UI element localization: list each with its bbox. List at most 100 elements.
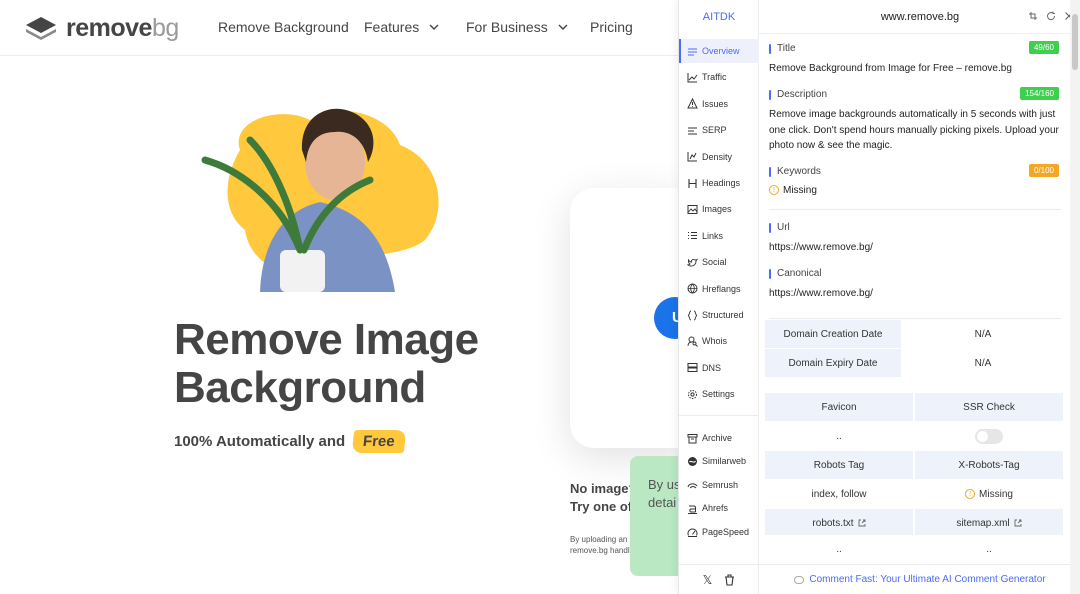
chevron-down-icon	[429, 24, 439, 30]
robots-sitemap-value-row: .. ..	[765, 535, 1063, 563]
keywords-length-badge: 0/100	[1028, 164, 1059, 177]
sidebar-item-label: Images	[702, 204, 732, 215]
sidebar-item-label: Whois	[702, 336, 728, 347]
nav-for-business[interactable]: For Business	[466, 19, 568, 35]
sidebar-item-links[interactable]: Links	[679, 224, 759, 248]
terms-text: By uploading an remove.bg handl	[570, 535, 630, 555]
canonical-value[interactable]: https://www.remove.bg/	[769, 286, 1061, 302]
archive-icon	[687, 433, 698, 443]
domain-creation-value: N/A	[903, 320, 1063, 348]
similarweb-icon	[688, 456, 697, 466]
nav-pricing[interactable]: Pricing	[590, 19, 633, 35]
sitemap-value: ..	[915, 535, 1063, 563]
server-icon	[687, 363, 698, 373]
cookie-notice-text: By us detai	[648, 477, 681, 510]
current-url: www.remove.bg	[880, 11, 960, 23]
braces-icon	[687, 310, 698, 320]
keywords-label: Keywords	[769, 166, 821, 177]
nav-remove-background[interactable]: Remove Background	[218, 19, 349, 35]
warning-icon	[687, 98, 698, 109]
twitter-icon	[687, 258, 698, 267]
x-robots-tag-value: ! Missing	[915, 480, 1063, 508]
sidebar-item-label: Similarweb	[702, 456, 747, 466]
menu-icon	[688, 48, 697, 55]
sidebar-item-density[interactable]: Density	[679, 145, 759, 169]
domain-creation-row: Domain Creation Date N/A	[765, 320, 1063, 348]
sidebar-divider	[679, 415, 759, 416]
sidebar-tool-semrush[interactable]: Semrush	[679, 473, 759, 497]
chart-icon	[687, 152, 697, 162]
sidebar-tool-pagespeed[interactable]: PageSpeed	[679, 520, 759, 544]
sidebar-item-dns[interactable]: DNS	[679, 356, 759, 380]
sidebar-item-issues[interactable]: Issues	[679, 92, 759, 116]
url-label: Url	[769, 222, 790, 233]
sidebar-item-label: Links	[702, 230, 724, 241]
sidebar-item-headings[interactable]: Headings	[679, 171, 759, 195]
sidebar-tool-ahrefs[interactable]: Ahrefs	[679, 496, 759, 520]
sidebar-item-social[interactable]: Social	[679, 250, 759, 274]
domain-expiry-label: Domain Expiry Date	[765, 349, 901, 377]
globe-icon	[687, 283, 698, 294]
panel-sidebar: AITDK Overview Traffic Issues SERP Density He…	[679, 0, 759, 594]
external-link-icon	[1014, 519, 1022, 527]
ssr-toggle[interactable]	[975, 428, 1003, 444]
sidebar-item-label: Social	[702, 257, 727, 268]
sidebar-item-label: SERP	[702, 125, 727, 136]
robots-sitemap-header-row: robots.txt sitemap.xml	[765, 509, 1063, 537]
sidebar-item-label: Issues	[702, 98, 729, 109]
robots-txt-link[interactable]: robots.txt	[765, 509, 913, 537]
x-twitter-icon[interactable]: 𝕏	[703, 573, 713, 587]
refresh-icon[interactable]	[1045, 10, 1057, 22]
hero-subtitle: 100% Automatically and Free	[174, 430, 407, 453]
sidebar-item-hreflangs[interactable]: Hreflangs	[679, 277, 759, 301]
sidebar-item-serp[interactable]: SERP	[679, 118, 759, 142]
serp-icon	[688, 127, 697, 135]
sidebar-item-overview[interactable]: Overview	[679, 39, 759, 63]
sidebar-item-label: Density	[702, 151, 733, 162]
sidebar-item-label: Settings	[702, 389, 735, 400]
favicon-value: ..	[765, 422, 913, 450]
robots-tag-label: Robots Tag	[765, 451, 913, 479]
trash-icon[interactable]	[724, 573, 735, 586]
sidebar-item-traffic[interactable]: Traffic	[679, 65, 759, 89]
speed-icon	[687, 528, 698, 537]
sitemap-link[interactable]: sitemap.xml	[915, 509, 1063, 537]
sidebar-item-label: PageSpeed	[702, 527, 750, 537]
domain-expiry-row: Domain Expiry Date N/A	[765, 349, 1063, 377]
robots-tag-value: index, follow	[765, 480, 913, 508]
robots-header-row: Robots Tag X-Robots-Tag	[765, 451, 1063, 479]
sidebar-item-label: DNS	[702, 362, 722, 373]
sidebar-tool-similarweb[interactable]: Similarweb	[679, 449, 759, 473]
sidebar-item-label: Overview	[702, 46, 740, 56]
sidebar-item-settings[interactable]: Settings	[679, 382, 759, 406]
panel-main: www.remove.bg Title 49/60 Remove Backgro…	[759, 0, 1080, 594]
brand-name: AITDK	[702, 11, 736, 23]
sidebar-item-whois[interactable]: Whois	[679, 329, 759, 353]
keywords-value: ! Missing	[769, 183, 1061, 199]
sidebar-tool-archive[interactable]: Archive	[679, 426, 759, 450]
sidebar-item-images[interactable]: Images	[679, 197, 759, 221]
description-length-badge: 154/160	[1020, 87, 1059, 100]
sidebar-item-label: Ahrefs	[702, 503, 729, 513]
promo-footer-link[interactable]: Comment Fast: Your Ultimate AI Comment G…	[759, 564, 1080, 594]
comment-icon	[794, 575, 805, 584]
domain-creation-label: Domain Creation Date	[765, 320, 901, 348]
scrollbar-thumb[interactable]	[1072, 14, 1078, 70]
description-label: Description	[769, 89, 827, 100]
panel-scrollbar[interactable]	[1070, 0, 1080, 594]
external-link-icon	[858, 519, 866, 527]
semrush-icon	[687, 482, 698, 488]
collapse-icon[interactable]	[1027, 10, 1039, 22]
nav-features[interactable]: Features	[364, 19, 439, 35]
section-divider	[769, 209, 1061, 210]
favicon-ssr-header-row: Favicon SSR Check	[765, 393, 1063, 421]
url-value[interactable]: https://www.remove.bg/	[769, 240, 1061, 256]
sidebar-item-label: Semrush	[702, 480, 739, 490]
sidebar-item-label: Structured	[702, 310, 744, 320]
sidebar-item-label: Hreflangs	[702, 283, 741, 294]
sidebar-item-label: Headings	[702, 178, 741, 188]
list-icon	[688, 232, 697, 240]
free-highlight: Free	[351, 430, 407, 453]
removebg-logo[interactable]: removebg	[24, 14, 179, 42]
sidebar-item-structured[interactable]: Structured	[679, 303, 759, 327]
